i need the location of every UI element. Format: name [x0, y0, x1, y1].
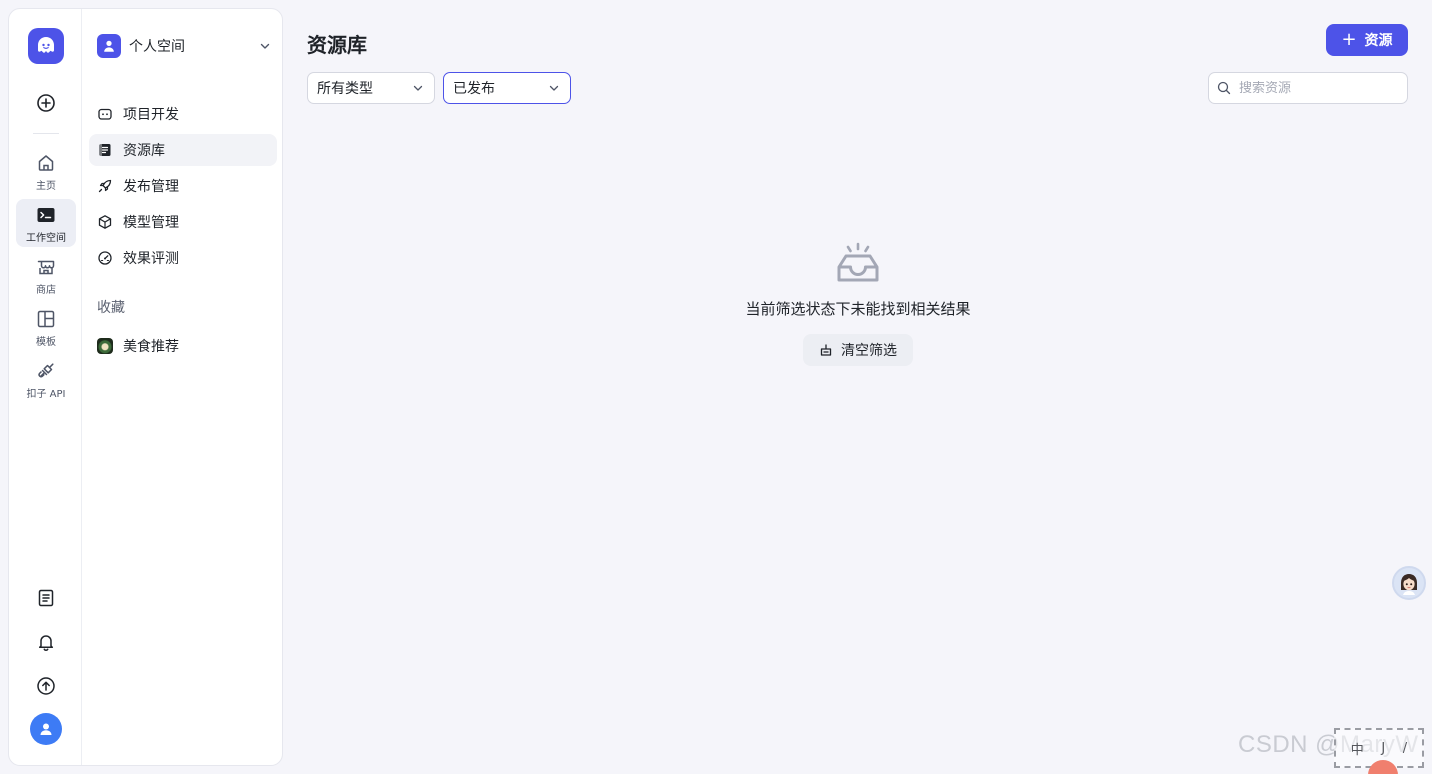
rail-item-label: 主页 — [36, 181, 56, 192]
chevron-down-icon — [549, 85, 559, 91]
arrow-up-circle-icon — [37, 677, 55, 695]
ime-language[interactable]: 中 — [1351, 739, 1364, 758]
user-avatar[interactable] — [30, 713, 62, 745]
home-icon — [35, 152, 57, 174]
ime-punct[interactable]: / — [1403, 741, 1407, 756]
template-icon — [35, 308, 57, 330]
favorite-item[interactable]: 美食推荐 — [89, 330, 277, 362]
nav-item-models[interactable]: 模型管理 — [89, 206, 277, 238]
docs-button[interactable] — [34, 586, 58, 610]
user-icon — [104, 40, 114, 52]
favorite-thumbnail — [97, 338, 113, 354]
nav-item-library[interactable]: 资源库 — [89, 134, 277, 166]
rail-item-store[interactable]: 商店 — [16, 251, 76, 299]
assistant-avatar-icon — [1401, 574, 1417, 595]
robot-icon — [97, 106, 113, 122]
nav-item-label: 效果评测 — [123, 251, 179, 267]
icon-rail: 主页 工作空间 商店 模板 扣子 API — [9, 9, 82, 765]
search-box — [1208, 72, 1408, 104]
upgrade-button[interactable] — [34, 674, 58, 698]
app-logo[interactable] — [28, 28, 64, 64]
rail-item-label: 模板 — [36, 337, 56, 348]
type-filter-value: 所有类型 — [317, 81, 373, 97]
space-avatar — [97, 34, 121, 58]
library-icon — [97, 142, 113, 158]
nav-item-publish[interactable]: 发布管理 — [89, 170, 277, 202]
rail-item-label: 工作空间 — [26, 233, 66, 244]
empty-state-message: 当前筛选状态下未能找到相关结果 — [745, 300, 971, 318]
empty-inbox-icon — [837, 242, 879, 282]
nav-item-label: 项目开发 — [123, 107, 179, 123]
nav-item-label: 资源库 — [123, 143, 165, 159]
page-title: 资源库 — [307, 33, 367, 57]
store-icon — [35, 256, 57, 278]
search-icon — [1217, 81, 1231, 95]
nav-item-projects[interactable]: 项目开发 — [89, 98, 277, 130]
create-button[interactable] — [35, 92, 57, 114]
type-filter-select[interactable]: 所有类型 — [307, 72, 435, 104]
coze-logo-icon — [38, 37, 54, 53]
rail-item-templates[interactable]: 模板 — [16, 303, 76, 351]
rail-item-workspace[interactable]: 工作空间 — [16, 199, 76, 247]
space-name: 个人空间 — [129, 39, 185, 55]
bell-icon — [38, 635, 54, 651]
clear-filters-button[interactable]: 清空筛选 — [803, 334, 913, 366]
rail-item-label: 商店 — [36, 285, 56, 296]
plus-circle-icon — [37, 94, 55, 112]
nav-item-evaluation[interactable]: 效果评测 — [89, 242, 277, 274]
plus-icon: + — [1341, 29, 1357, 50]
broom-icon — [820, 344, 832, 356]
favorites-title: 收藏 — [97, 300, 125, 316]
status-filter-select[interactable]: 已发布 — [443, 72, 571, 104]
user-icon — [40, 723, 52, 735]
nav-item-label: 发布管理 — [123, 179, 179, 195]
status-filter-value: 已发布 — [453, 81, 495, 97]
search-input[interactable] — [1239, 80, 1399, 96]
favorite-label: 美食推荐 — [123, 339, 179, 355]
left-panel: 主页 工作空间 商店 模板 扣子 API 个人空间 项目开发 资源库 发布管理 … — [8, 8, 283, 766]
nav-item-label: 模型管理 — [123, 215, 179, 231]
cube-icon — [97, 214, 113, 230]
rocket-icon — [97, 178, 113, 194]
rail-item-label: 扣子 API — [26, 389, 66, 400]
rail-item-home[interactable]: 主页 — [16, 147, 76, 195]
terminal-icon — [35, 204, 57, 226]
document-icon — [38, 589, 54, 607]
notifications-button[interactable] — [34, 630, 58, 654]
chevron-down-icon — [260, 43, 270, 49]
assistant-avatar-button[interactable] — [1392, 566, 1426, 600]
gauge-icon — [97, 250, 113, 266]
space-switcher[interactable]: 个人空间 — [97, 33, 271, 59]
rail-divider — [33, 133, 59, 134]
add-resource-button[interactable]: + 资源 — [1326, 24, 1408, 56]
add-resource-label: 资源 — [1364, 33, 1393, 49]
ime-mode[interactable]: J — [1381, 741, 1385, 756]
chevron-down-icon — [413, 85, 423, 91]
api-icon — [35, 360, 57, 382]
clear-filters-label: 清空筛选 — [841, 343, 897, 359]
rail-item-api[interactable]: 扣子 API — [16, 355, 76, 403]
workspace-nav: 个人空间 项目开发 资源库 发布管理 模型管理 效果评测 收藏 美食推荐 — [83, 9, 283, 765]
